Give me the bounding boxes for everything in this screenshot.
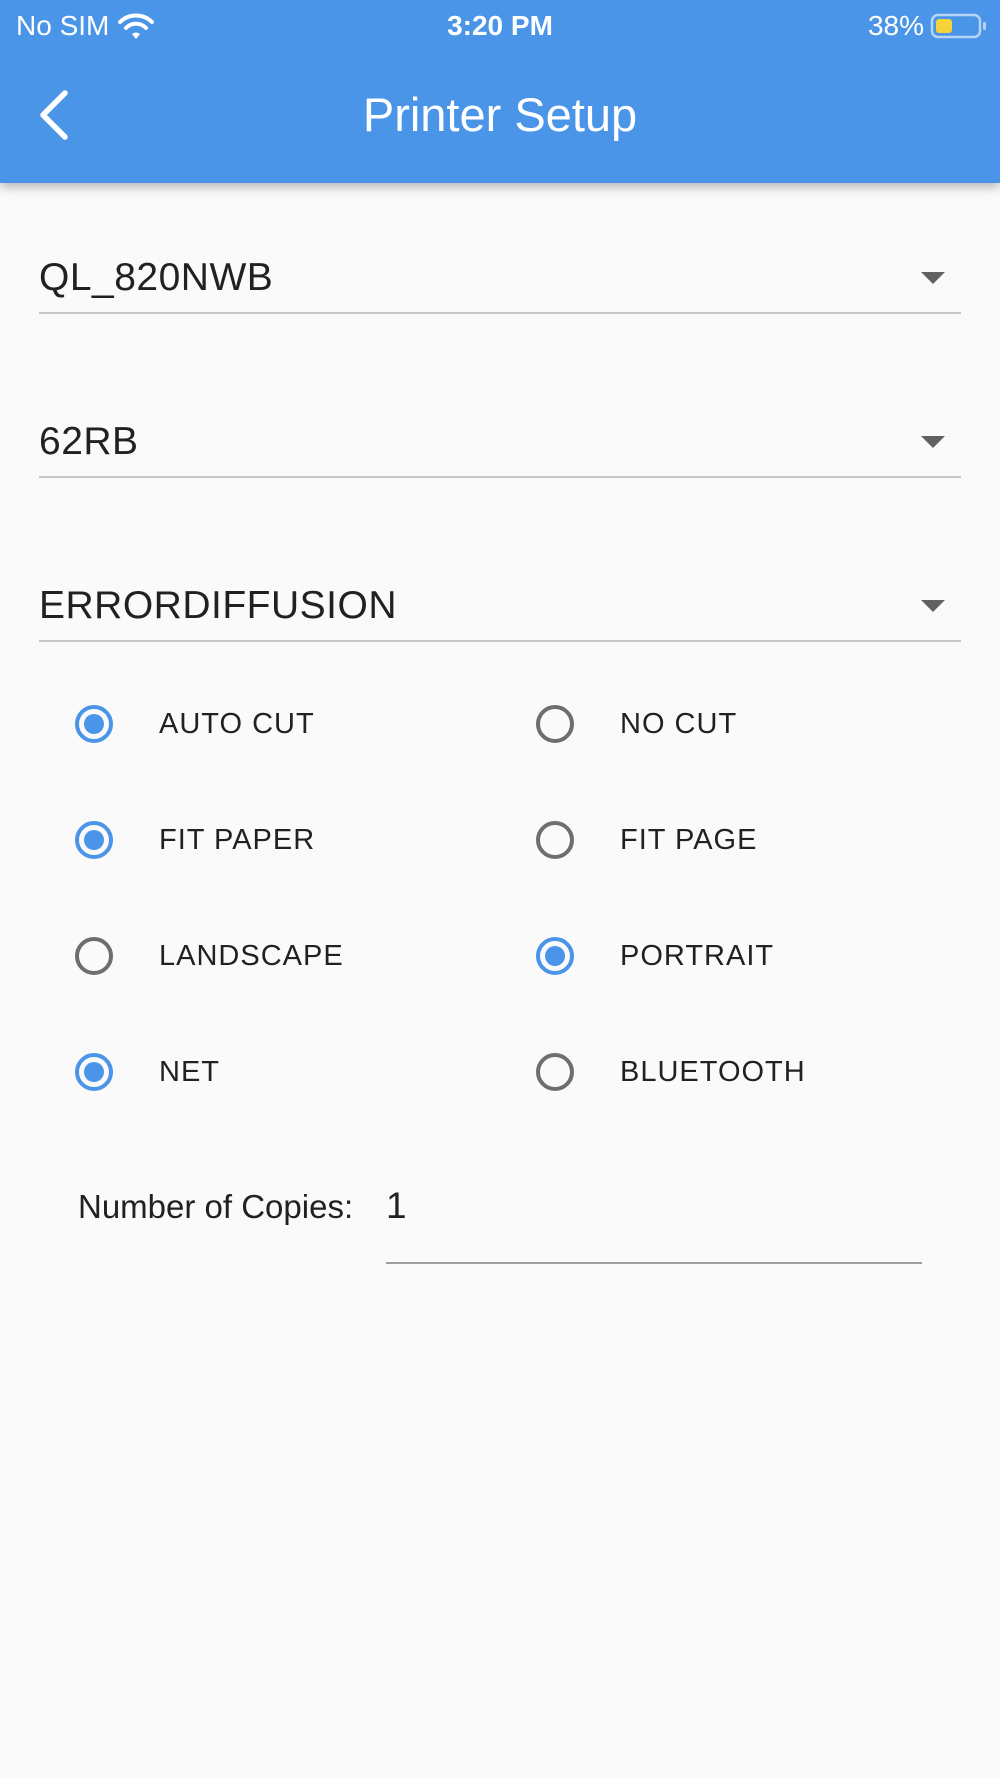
fit-page-radio[interactable]	[536, 821, 574, 859]
portrait-radio[interactable]	[536, 937, 574, 975]
landscape-label: LANDSCAPE	[159, 939, 344, 972]
net-radio[interactable]	[75, 1053, 113, 1091]
net-option[interactable]: NET	[75, 1042, 220, 1102]
app-bar: No SIM 3:20 PM 38% Printer Setup	[0, 0, 1000, 183]
bluetooth-radio[interactable]	[536, 1053, 574, 1091]
no-cut-label: NO CUT	[620, 707, 738, 740]
auto-cut-option[interactable]: AUTO CUT	[75, 694, 315, 754]
no-cut-option[interactable]: NO CUT	[536, 694, 737, 754]
fit-paper-option[interactable]: FIT PAPER	[75, 810, 315, 870]
fit-paper-radio[interactable]	[75, 821, 113, 859]
printer-model-value: QL_820NWB	[39, 256, 274, 299]
dropdown-arrow-icon	[921, 272, 945, 284]
auto-cut-radio[interactable]	[75, 705, 113, 743]
net-label: NET	[159, 1055, 220, 1088]
copies-label: Number of Copies:	[78, 1188, 354, 1225]
landscape-radio[interactable]	[75, 937, 113, 975]
bluetooth-option[interactable]: BLUETOOTH	[536, 1042, 806, 1102]
printer-model-dropdown[interactable]: QL_820NWB	[39, 248, 961, 314]
fit-page-option[interactable]: FIT PAGE	[536, 810, 757, 870]
no-cut-radio[interactable]	[536, 705, 574, 743]
status-bar-right: 38%	[868, 8, 988, 44]
battery-icon	[930, 12, 988, 40]
dropdown-arrow-icon	[921, 436, 945, 448]
fit-paper-label: FIT PAPER	[159, 823, 316, 856]
bluetooth-label: BLUETOOTH	[620, 1055, 806, 1088]
portrait-label: PORTRAIT	[620, 939, 775, 972]
copies-input[interactable]	[386, 1176, 922, 1264]
label-size-dropdown[interactable]: 62RB	[39, 412, 961, 478]
fit-page-label: FIT PAGE	[620, 823, 758, 856]
label-size-value: 62RB	[39, 420, 139, 463]
portrait-option[interactable]: PORTRAIT	[536, 926, 774, 986]
dropdown-arrow-icon	[921, 600, 945, 612]
page-title: Printer Setup	[362, 88, 638, 141]
auto-cut-label: AUTO CUT	[159, 707, 315, 740]
landscape-option[interactable]: LANDSCAPE	[75, 926, 344, 986]
battery-percent: 38%	[867, 10, 924, 41]
status-time: 3:20 PM	[447, 10, 553, 41]
halftone-dropdown[interactable]: ERRORDIFFUSION	[39, 576, 961, 642]
halftone-value: ERRORDIFFUSION	[39, 584, 397, 627]
